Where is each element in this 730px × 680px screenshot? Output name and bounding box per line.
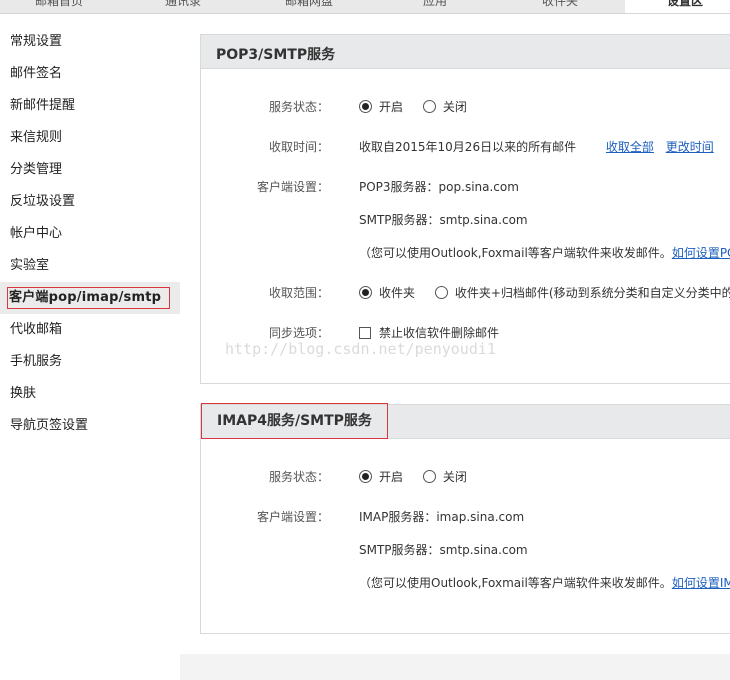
pop-status-options: 开启 关闭 bbox=[359, 97, 483, 117]
radio-unchecked-icon bbox=[434, 286, 448, 299]
field-label: 客户端设置： bbox=[256, 510, 329, 524]
settings-content: POP3/SMTP服务 服务状态： 开启 关闭 收取时间： 收取自2015年10… bbox=[180, 14, 730, 654]
tab-mail-home[interactable]: 邮箱首页 bbox=[35, 0, 83, 9]
imap-hint-row: （您可以使用Outlook,Foxmail等客户端软件来收发邮件。如何设置IM bbox=[201, 573, 730, 593]
field-label: 客户端设置： bbox=[256, 180, 329, 194]
pop-range-row: 收取范围： 收件夹 收件夹+归档邮件(移动到系统分类和自定义分类中的 bbox=[201, 283, 730, 303]
imap-smtp-row: SMTP服务器：smtp.sina.com bbox=[201, 540, 730, 560]
sidebar-item-skin[interactable]: 换肤 bbox=[0, 378, 180, 410]
pop-status-on-radio[interactable]: 开启 bbox=[359, 97, 403, 117]
tab-apps[interactable]: 应用 bbox=[423, 0, 447, 9]
tab-contacts[interactable]: 通讯录 bbox=[165, 0, 201, 9]
fetch-all-link[interactable]: 收取全部 bbox=[606, 140, 654, 154]
radio-label: 关闭 bbox=[442, 470, 467, 484]
sidebar-item-general[interactable]: 常规设置 bbox=[0, 26, 180, 58]
sidebar-item-account-center[interactable]: 帐户中心 bbox=[0, 218, 180, 250]
radio-label: 开启 bbox=[379, 100, 404, 114]
radio-checked-icon bbox=[359, 286, 372, 299]
smtp-server-text: SMTP服务器：smtp.sina.com bbox=[359, 213, 528, 227]
imap-smtp-panel: IMAP4服务/SMTP服务 服务状态： 开启 关闭 客户端设置： IMAP服务… bbox=[200, 403, 730, 634]
client-hint: （您可以使用Outlook,Foxmail等客户端软件来收发邮件。如何设置IM bbox=[359, 573, 730, 593]
tab-inbox[interactable]: 收件夹 bbox=[542, 0, 578, 9]
panel-header: POP3/SMTP服务 bbox=[201, 35, 730, 69]
imap-status-options: 开启 关闭 bbox=[359, 467, 483, 487]
radio-unchecked-icon bbox=[422, 100, 436, 113]
checkbox-unchecked-icon bbox=[359, 327, 371, 339]
smtp-server-text: SMTP服务器：smtp.sina.com bbox=[359, 543, 528, 557]
tab-netdisk[interactable]: 邮箱网盘 bbox=[285, 0, 333, 9]
radio-checked-icon bbox=[359, 100, 372, 113]
imap-client-row: 客户端设置： IMAP服务器：imap.sina.com bbox=[201, 507, 730, 527]
pop-client-row: 客户端设置： POP3服务器：pop.sina.com bbox=[201, 177, 730, 197]
field-label: 服务状态： bbox=[268, 470, 329, 484]
sidebar-item-categories[interactable]: 分类管理 bbox=[0, 154, 180, 186]
field-label: 收取时间： bbox=[268, 140, 329, 154]
pop-status-row: 服务状态： 开启 关闭 bbox=[201, 97, 730, 117]
pop3-smtp-panel: POP3/SMTP服务 服务状态： 开启 关闭 收取时间： 收取自2015年10… bbox=[200, 34, 730, 384]
range-inbox-radio[interactable]: 收件夹 bbox=[359, 283, 415, 303]
settings-sidebar: 常规设置 邮件签名 新邮件提醒 来信规则 分类管理 反垃圾设置 帐户中心 实验室… bbox=[0, 14, 180, 680]
radio-checked-icon bbox=[359, 470, 372, 483]
panel-title: IMAP4服务/SMTP服务 bbox=[201, 403, 388, 439]
radio-label: 关闭 bbox=[442, 100, 467, 114]
imap-status-on-radio[interactable]: 开启 bbox=[359, 467, 403, 487]
pop-sync-row: 同步选项： 禁止收信软件删除邮件 bbox=[201, 323, 730, 343]
sidebar-item-client-pop-imap-smtp[interactable]: 客户端pop/imap/smtp bbox=[0, 282, 180, 314]
imap-status-off-radio[interactable]: 关闭 bbox=[422, 467, 467, 487]
pop-smtp-row: SMTP服务器：smtp.sina.com bbox=[201, 210, 730, 230]
range-archive-radio[interactable]: 收件夹+归档邮件(移动到系统分类和自定义分类中的 bbox=[434, 283, 730, 303]
pop-fetch-row: 收取时间： 收取自2015年10月26日以来的所有邮件 收取全部 更改时间 bbox=[201, 137, 730, 157]
settings-main: POP3/SMTP服务 服务状态： 开启 关闭 收取时间： 收取自2015年10… bbox=[180, 14, 730, 680]
radio-unchecked-icon bbox=[422, 470, 436, 483]
how-to-setup-link[interactable]: 如何设置IM bbox=[672, 576, 730, 590]
sidebar-item-new-mail-alert[interactable]: 新邮件提醒 bbox=[0, 90, 180, 122]
pop-server-text: POP3服务器：pop.sina.com bbox=[359, 180, 519, 194]
fetch-value: 收取自2015年10月26日以来的所有邮件 收取全部 更改时间 bbox=[359, 137, 714, 157]
range-options: 收件夹 收件夹+归档邮件(移动到系统分类和自定义分类中的 bbox=[359, 283, 730, 303]
panel-header: IMAP4服务/SMTP服务 bbox=[201, 403, 730, 439]
sidebar-item-signature[interactable]: 邮件签名 bbox=[0, 58, 180, 90]
tab-settings-label: 设置区 bbox=[667, 0, 704, 8]
sidebar-item-nav-tabs[interactable]: 导航页签设置 bbox=[0, 410, 180, 442]
tab-settings[interactable]: 设置区 bbox=[625, 0, 730, 13]
field-label: 服务状态： bbox=[268, 100, 329, 114]
pop-status-off-radio[interactable]: 关闭 bbox=[422, 97, 467, 117]
top-tab-bar: 邮箱首页 通讯录 邮箱网盘 应用 收件夹 设置区 bbox=[0, 0, 730, 14]
client-hint: （您可以使用Outlook,Foxmail等客户端软件来收发邮件。如何设置PC bbox=[359, 243, 730, 263]
sidebar-item-label: 客户端pop/imap/smtp bbox=[7, 287, 171, 309]
imap-server-text: IMAP服务器：imap.sina.com bbox=[359, 510, 525, 524]
sidebar-item-antispam[interactable]: 反垃圾设置 bbox=[0, 186, 180, 218]
radio-label: 收件夹+归档邮件(移动到系统分类和自定义分类中的 bbox=[454, 286, 730, 300]
sidebar-item-rules[interactable]: 来信规则 bbox=[0, 122, 180, 154]
pop-hint-row: （您可以使用Outlook,Foxmail等客户端软件来收发邮件。如何设置PC bbox=[201, 243, 730, 263]
sidebar-item-lab[interactable]: 实验室 bbox=[0, 250, 180, 282]
field-label: 收取范围： bbox=[268, 286, 329, 300]
checkbox-label: 禁止收信软件删除邮件 bbox=[379, 326, 500, 340]
hint-text: （您可以使用Outlook,Foxmail等客户端软件来收发邮件。 bbox=[359, 576, 672, 590]
imap-status-row: 服务状态： 开启 关闭 bbox=[201, 467, 730, 487]
change-time-link[interactable]: 更改时间 bbox=[666, 140, 714, 154]
radio-label: 开启 bbox=[379, 470, 404, 484]
fetch-text: 收取自2015年10月26日以来的所有邮件 bbox=[359, 140, 577, 154]
hint-text: （您可以使用Outlook,Foxmail等客户端软件来收发邮件。 bbox=[359, 246, 672, 260]
sidebar-item-mail-fetch[interactable]: 代收邮箱 bbox=[0, 314, 180, 346]
sync-option[interactable]: 禁止收信软件删除邮件 bbox=[359, 323, 499, 343]
field-label: 同步选项： bbox=[268, 326, 329, 340]
how-to-setup-link[interactable]: 如何设置PC bbox=[672, 246, 730, 260]
radio-label: 收件夹 bbox=[379, 286, 416, 300]
panel-title: POP3/SMTP服务 bbox=[216, 47, 336, 63]
sidebar-item-mobile[interactable]: 手机服务 bbox=[0, 346, 180, 378]
